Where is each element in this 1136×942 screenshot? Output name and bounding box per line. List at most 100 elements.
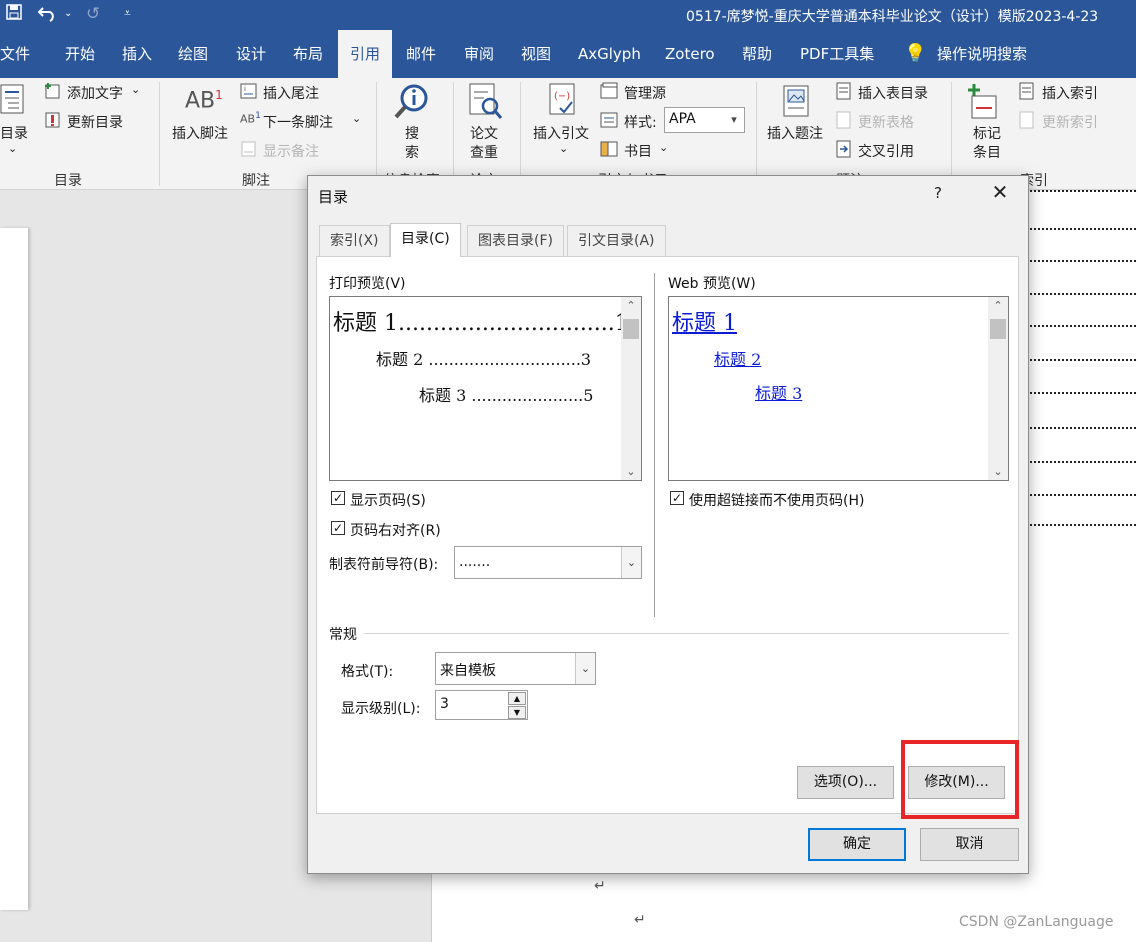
scroll-thumb[interactable]: [990, 319, 1006, 339]
citation-style-dropdown[interactable]: APA ▾: [664, 107, 745, 133]
levels-stepper[interactable]: 3 ▲ ▼: [435, 690, 528, 720]
add-text-dropdown-icon[interactable]: ⌄: [131, 83, 140, 96]
options-button[interactable]: 选项(O)...: [797, 766, 894, 799]
toc-leader-line: [1030, 427, 1136, 429]
save-icon[interactable]: [6, 4, 22, 25]
toc-leader-line: [1030, 461, 1136, 463]
help-button[interactable]: ?: [934, 184, 942, 202]
tab-design[interactable]: 设计: [236, 30, 266, 78]
ok-button[interactable]: 确定: [808, 828, 906, 861]
next-footnote-dropdown-icon[interactable]: ⌄: [352, 112, 361, 125]
tab-view[interactable]: 视图: [521, 30, 551, 78]
tab-index[interactable]: 索引(X): [319, 225, 390, 256]
cross-reference-button[interactable]: 交叉引用: [858, 141, 914, 161]
panel-divider: [654, 273, 655, 617]
general-section-label: 常规: [329, 627, 357, 643]
web-preview-scrollbar[interactable]: ⌃ ⌄: [988, 297, 1008, 480]
customize-icon[interactable]: ⩡: [124, 6, 131, 21]
chevron-down-icon[interactable]: ⌄: [988, 465, 1008, 478]
print-preview-scrollbar[interactable]: ⌃ ⌄: [621, 297, 641, 480]
chevron-up-icon[interactable]: ⌃: [621, 299, 641, 312]
paper-check-label-1[interactable]: 论文: [470, 123, 498, 143]
insert-table-of-figures-button[interactable]: 插入表目录: [858, 83, 928, 103]
document-page-left: [0, 228, 28, 910]
next-footnote-icon: AB1: [240, 110, 261, 126]
tab-draw[interactable]: 绘图: [178, 30, 208, 78]
next-footnote-button[interactable]: 下一条脚注: [263, 112, 333, 132]
tab-table-of-figures[interactable]: 图表目录(F): [467, 225, 564, 256]
mark-entry-label-1[interactable]: 标记: [973, 123, 1001, 143]
web-preview-link-3[interactable]: 标题 3: [755, 380, 802, 404]
tab-leader-dropdown[interactable]: ....... ⌄: [454, 546, 642, 579]
toc-leader-line: [1030, 494, 1136, 496]
bibliography-button[interactable]: 书目: [624, 141, 652, 161]
scroll-thumb[interactable]: [623, 319, 639, 339]
chevron-down-icon[interactable]: ⌄: [621, 465, 641, 478]
redo-icon[interactable]: ↺: [86, 4, 100, 24]
svg-text:i: i: [244, 85, 246, 93]
tab-review[interactable]: 审阅: [464, 30, 494, 78]
insert-endnote-button[interactable]: 插入尾注: [263, 83, 319, 103]
tell-me-search[interactable]: 操作说明搜索: [937, 30, 1027, 78]
mark-entry-icon: [966, 82, 1000, 126]
tab-layout[interactable]: 布局: [293, 30, 323, 78]
toc-leader-line: [1030, 524, 1136, 526]
bibliography-dropdown-icon[interactable]: ⌄: [659, 141, 668, 154]
close-icon[interactable]: ✕: [988, 180, 1012, 204]
use-hyperlinks-checkbox[interactable]: ✓: [670, 491, 684, 505]
chevron-up-icon[interactable]: ▲: [508, 692, 526, 705]
add-text-button[interactable]: 添加文字: [67, 83, 123, 103]
cancel-button[interactable]: 取消: [920, 828, 1019, 861]
show-notes-icon: [240, 140, 258, 162]
chevron-up-icon[interactable]: ⌃: [988, 299, 1008, 312]
citation-style-value: APA: [669, 111, 696, 127]
right-align-checkbox[interactable]: ✓: [331, 521, 345, 535]
update-toc-button[interactable]: 更新目录: [67, 112, 123, 132]
tab-toc[interactable]: 目录(C): [390, 223, 461, 257]
tab-mailings[interactable]: 邮件: [406, 30, 436, 78]
paper-check-label-2[interactable]: 查重: [470, 142, 498, 162]
chevron-down-icon[interactable]: ▾: [724, 108, 744, 132]
insert-footnote-button[interactable]: 插入脚注: [172, 123, 228, 143]
tab-help[interactable]: 帮助: [742, 30, 772, 78]
title-bar: ⌄ ↺ ⩡ 0517-席梦悦-重庆大学普通本科毕业论文（设计）模版2023-4-…: [0, 0, 1136, 30]
insert-footnote-icon: AB1: [185, 88, 223, 114]
tab-leader-label: 制表符前导符(B):: [329, 557, 439, 573]
tab-table-of-authorities[interactable]: 引文目录(A): [567, 225, 666, 256]
tab-axglyph[interactable]: AxGlyph: [578, 30, 641, 78]
insert-index-button[interactable]: 插入索引: [1042, 83, 1098, 103]
undo-dropdown-icon[interactable]: ⌄: [64, 8, 72, 19]
tab-home[interactable]: 开始: [65, 30, 95, 78]
mark-entry-label-2[interactable]: 条目: [973, 142, 1001, 162]
format-dropdown[interactable]: 来自模板 ⌄: [435, 652, 596, 685]
tab-zotero[interactable]: Zotero: [665, 30, 715, 78]
tab-file[interactable]: 文件: [0, 30, 30, 78]
undo-icon[interactable]: [37, 4, 58, 27]
insert-caption-button[interactable]: 插入题注: [767, 123, 823, 143]
chevron-down-icon[interactable]: ⌄: [575, 653, 595, 684]
show-page-numbers-label[interactable]: 显示页码(S): [350, 490, 426, 510]
insert-citation-dropdown-icon[interactable]: ⌄: [559, 142, 568, 155]
lightbulb-icon: 💡: [904, 43, 927, 64]
table-of-contents-icon[interactable]: [0, 84, 26, 120]
chevron-down-icon[interactable]: ⌄: [8, 142, 17, 155]
search-button-label-2[interactable]: 索: [405, 142, 419, 162]
print-preview-box: 标题 1...............................1 标题 …: [329, 296, 642, 481]
toc-leader-line: [1030, 325, 1136, 327]
web-preview-link-1[interactable]: 标题 1: [672, 305, 737, 337]
tab-references[interactable]: 引用: [338, 30, 393, 78]
tab-insert[interactable]: 插入: [122, 30, 152, 78]
search-button-label-1[interactable]: 搜: [405, 123, 419, 143]
right-align-label[interactable]: 页码右对齐(R): [350, 520, 441, 540]
manage-sources-button[interactable]: 管理源: [624, 83, 666, 103]
show-page-numbers-checkbox[interactable]: ✓: [331, 491, 345, 505]
use-hyperlinks-label[interactable]: 使用超链接而不使用页码(H): [689, 490, 864, 510]
web-preview-link-2[interactable]: 标题 2: [714, 346, 761, 370]
ribbon: 目录 ⌄ 添加文字 ⌄ 更新目录 目录 AB1 插入脚注 i 插入尾注 AB1 …: [0, 78, 1136, 190]
toc-tab-panel: 打印预览(V) 标题 1............................…: [316, 256, 1019, 814]
tab-pdf-tools[interactable]: PDF工具集: [800, 30, 874, 78]
chevron-down-icon[interactable]: ⌄: [621, 547, 641, 578]
toc-button[interactable]: 目录: [0, 123, 28, 143]
insert-citation-button[interactable]: 插入引文: [533, 123, 589, 143]
chevron-down-icon[interactable]: ▼: [508, 706, 526, 719]
